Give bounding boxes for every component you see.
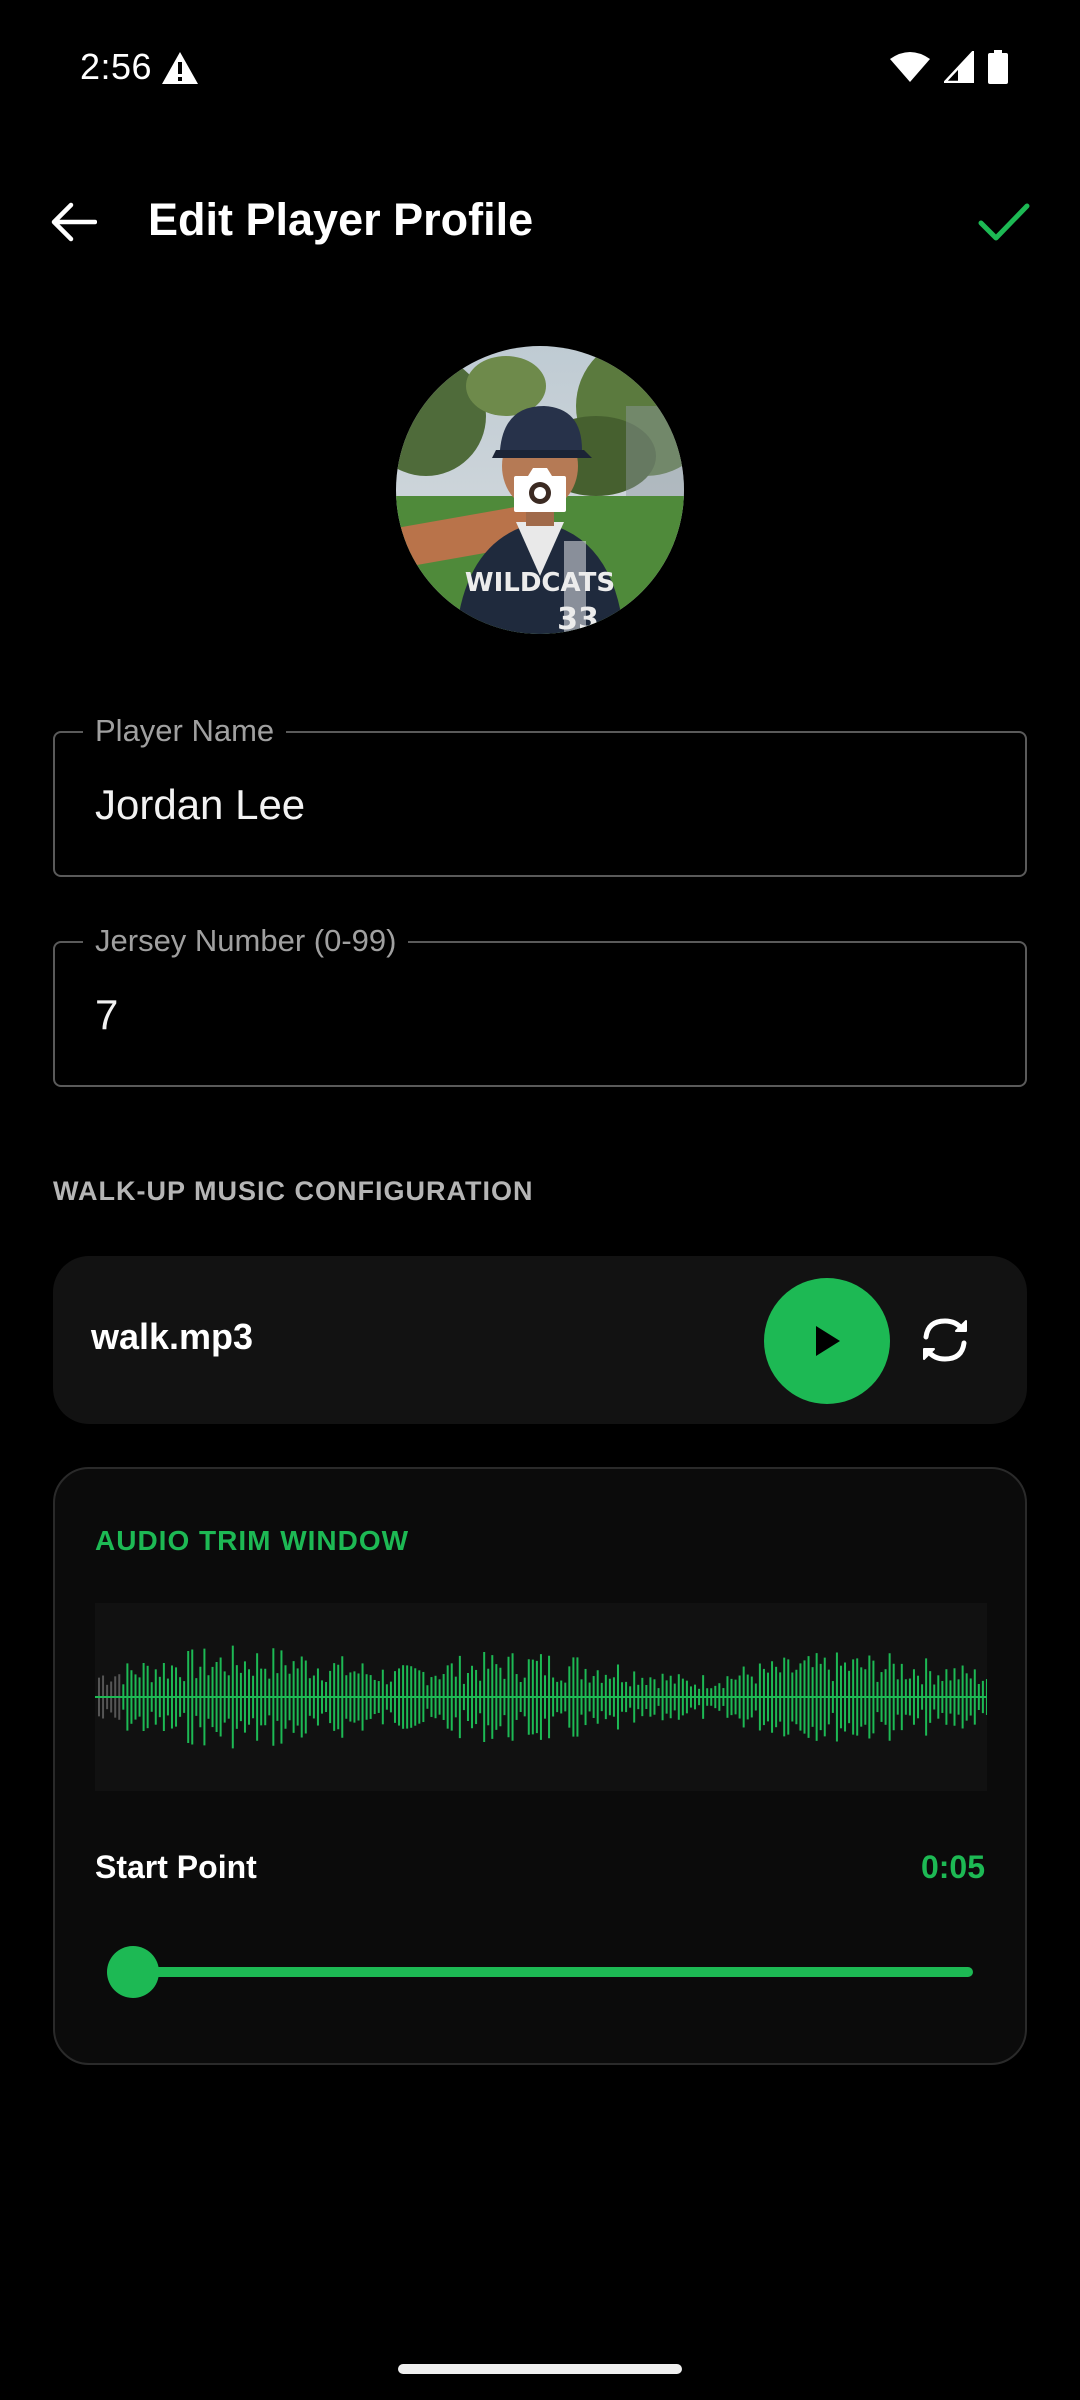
- warning-icon: [162, 52, 198, 84]
- music-file-name: walk.mp3: [91, 1316, 254, 1357]
- start-point-value: 0:05: [920, 1849, 985, 1885]
- jersey-number-text: 33: [557, 602, 599, 634]
- slider-thumb[interactable]: [107, 1946, 159, 1998]
- screen: 2:56 Edit Player Profile WILDCATS 33 Pla…: [0, 0, 1080, 2400]
- battery-icon: [988, 50, 1008, 84]
- play-icon: [816, 1326, 840, 1356]
- audio-trim-card: AUDIO TRIM WINDOW Start Point 0:05: [53, 1467, 1027, 2065]
- save-button[interactable]: [972, 190, 1036, 254]
- jersey-number-label: Jersey Number (0-99): [83, 921, 409, 961]
- status-time: 2:56: [80, 46, 153, 87]
- jersey-text: WILDCATS: [465, 568, 615, 598]
- music-file-card: walk.mp3: [53, 1256, 1027, 1424]
- page-title: Edit Player Profile: [148, 194, 534, 245]
- player-name-field: Player Name: [53, 711, 1027, 877]
- refresh-icon: [923, 1318, 967, 1362]
- status-icons: [890, 50, 1008, 84]
- app-bar: Edit Player Profile: [0, 170, 1080, 270]
- jersey-number-input[interactable]: [95, 987, 975, 1043]
- signal-icon: [944, 51, 974, 83]
- waveform: [95, 1603, 987, 1791]
- avatar[interactable]: WILDCATS 33: [396, 346, 684, 634]
- start-point-label: Start Point: [95, 1849, 257, 1885]
- gesture-nav-handle[interactable]: [398, 2364, 682, 2374]
- camera-icon: [514, 468, 566, 512]
- audio-trim-title: AUDIO TRIM WINDOW: [95, 1525, 410, 1556]
- slider-track: [135, 1967, 973, 1977]
- back-button[interactable]: [44, 192, 104, 252]
- jersey-number-field: Jersey Number (0-99): [53, 921, 1027, 1087]
- arrow-left-icon: [51, 202, 97, 242]
- play-button[interactable]: [764, 1278, 890, 1404]
- check-icon: [978, 203, 1030, 241]
- status-bar: 2:56: [0, 0, 1080, 135]
- replace-music-button[interactable]: [911, 1306, 979, 1374]
- player-name-input[interactable]: [95, 777, 975, 833]
- player-name-label: Player Name: [83, 711, 287, 751]
- wifi-icon: [890, 52, 930, 82]
- start-point-slider[interactable]: [107, 1941, 987, 2001]
- walk-up-music-section-title: WALK-UP MUSIC CONFIGURATION: [53, 1176, 534, 1206]
